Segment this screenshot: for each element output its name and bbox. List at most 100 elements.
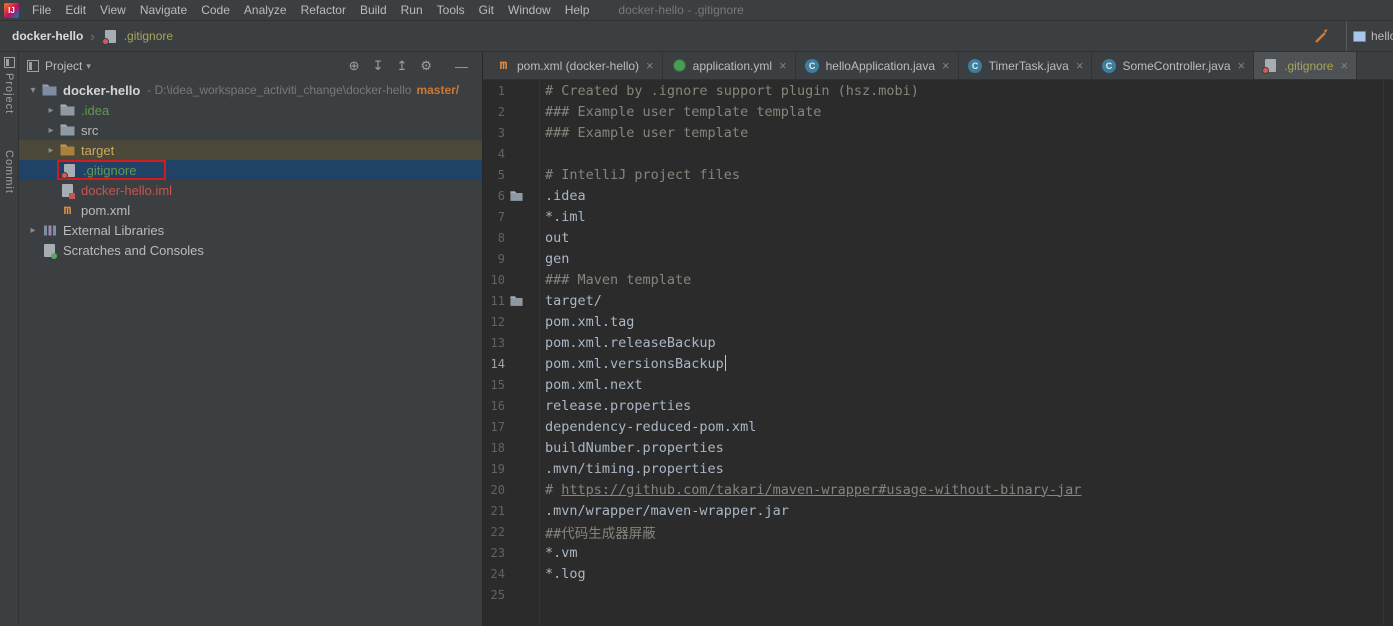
editor-line-15[interactable]: 15 pom.xml.next [483, 374, 1393, 395]
line-number[interactable]: 20 [483, 483, 505, 497]
editor-tab-timertask-java[interactable]: C TimerTask.java × [959, 52, 1093, 79]
editor-line-12[interactable]: 12 pom.xml.tag [483, 311, 1393, 332]
line-number[interactable]: 19 [483, 462, 505, 476]
line-number[interactable]: 16 [483, 399, 505, 413]
tree-item-target[interactable]: ▸ target [19, 140, 482, 160]
tree-item-docker-hello[interactable]: ▾ docker-hello - D:\idea_workspace_activit… [19, 80, 482, 100]
editor-scrollbar[interactable] [1383, 80, 1393, 626]
expand-all-icon[interactable]: ↧ [373, 58, 384, 74]
menu-item-help[interactable]: Help [558, 3, 597, 17]
editor-tab-gitignore[interactable]: .gitignore × [1254, 52, 1358, 79]
menu-item-analyze[interactable]: Analyze [237, 3, 294, 17]
tree-item-gitignore[interactable]: .gitignore [19, 160, 482, 180]
menu-item-window[interactable]: Window [501, 3, 558, 17]
editor-line-21[interactable]: 21 .mvn/wrapper/maven-wrapper.jar [483, 500, 1393, 521]
menu-item-git[interactable]: Git [472, 3, 501, 17]
editor-line-16[interactable]: 16 release.properties [483, 395, 1393, 416]
editor-line-9[interactable]: 9 gen [483, 248, 1393, 269]
line-number[interactable]: 9 [483, 252, 505, 266]
line-number[interactable]: 1 [483, 84, 505, 98]
editor-line-17[interactable]: 17 dependency-reduced-pom.xml [483, 416, 1393, 437]
line-number[interactable]: 24 [483, 567, 505, 581]
editor-line-22[interactable]: 22 ##代码生成器屏蔽 [483, 521, 1393, 542]
menu-item-tools[interactable]: Tools [430, 3, 472, 17]
commit-tool-button[interactable]: Commit [3, 150, 15, 194]
line-number[interactable]: 2 [483, 105, 505, 119]
editor-line-18[interactable]: 18 buildNumber.properties [483, 437, 1393, 458]
close-icon[interactable]: × [1238, 58, 1246, 73]
editor-line-1[interactable]: 1 # Created by .ignore support plugin (hs… [483, 80, 1393, 101]
editor-line-19[interactable]: 19 .mvn/timing.properties [483, 458, 1393, 479]
editor-line-6[interactable]: 6 .idea [483, 185, 1393, 206]
hide-panel-icon[interactable]: — [455, 59, 468, 74]
menu-item-code[interactable]: Code [194, 3, 237, 17]
chevron-right-icon[interactable]: ▸ [43, 145, 59, 156]
menu-item-refactor[interactable]: Refactor [294, 3, 353, 17]
line-number[interactable]: 13 [483, 336, 505, 350]
close-icon[interactable]: × [779, 58, 787, 73]
menu-item-navigate[interactable]: Navigate [133, 3, 194, 17]
line-number[interactable]: 11 [483, 294, 505, 308]
editor-line-7[interactable]: 7 *.iml [483, 206, 1393, 227]
locate-file-icon[interactable]: ⊕ [349, 58, 360, 74]
editor-tab-application-yml[interactable]: application.yml × [663, 52, 796, 79]
close-icon[interactable]: × [646, 58, 654, 73]
line-number[interactable]: 22 [483, 525, 505, 539]
chevron-right-icon[interactable]: ▸ [25, 225, 41, 236]
tree-item-docker-hello-iml[interactable]: docker-hello.iml [19, 180, 482, 200]
menu-item-edit[interactable]: Edit [58, 3, 93, 17]
collapse-all-icon[interactable]: ↥ [396, 58, 407, 74]
partial-tab-hello[interactable]: hello [1346, 21, 1393, 51]
editor-line-25[interactable]: 25 [483, 584, 1393, 605]
line-number[interactable]: 4 [483, 147, 505, 161]
editor-line-2[interactable]: 2 ### Example user template template [483, 101, 1393, 122]
editor-tab-helloapplication-java[interactable]: ChelloApplication.java × [796, 52, 959, 79]
line-number[interactable]: 23 [483, 546, 505, 560]
editor-tab-somecontroller-java[interactable]: C SomeController.java × [1092, 52, 1255, 79]
menu-item-file[interactable]: File [25, 3, 58, 17]
close-icon[interactable]: × [1340, 58, 1348, 73]
settings-gear-icon[interactable]: ⚙ [420, 58, 432, 74]
tree-item-external-libraries[interactable]: ▸ External Libraries [19, 220, 482, 240]
line-number[interactable]: 3 [483, 126, 505, 140]
editor-line-23[interactable]: 23 *.vm [483, 542, 1393, 563]
editor-line-24[interactable]: 24 *.log [483, 563, 1393, 584]
tree-item-src[interactable]: ▸ src [19, 120, 482, 140]
chevron-right-icon[interactable]: ▸ [43, 105, 59, 116]
hyperlink[interactable]: https://github.com/takari/maven-wrapper#… [561, 482, 1081, 498]
tree-item-pom-xml[interactable]: m pom.xml [19, 200, 482, 220]
line-number[interactable]: 8 [483, 231, 505, 245]
editor-line-11[interactable]: 11 target/ [483, 290, 1393, 311]
menu-item-run[interactable]: Run [394, 3, 430, 17]
line-number[interactable]: 21 [483, 504, 505, 518]
line-number[interactable]: 5 [483, 168, 505, 182]
line-number[interactable]: 15 [483, 378, 505, 392]
line-number[interactable]: 10 [483, 273, 505, 287]
line-number[interactable]: 6 [483, 189, 505, 203]
tree-item-idea[interactable]: ▸ .idea [19, 100, 482, 120]
project-tool-button[interactable]: Project [3, 57, 15, 114]
editor-line-20[interactable]: 20 # https://github.com/takari/maven-wrap… [483, 479, 1393, 500]
editor-line-10[interactable]: 10 ### Maven template [483, 269, 1393, 290]
editor-line-8[interactable]: 8 out [483, 227, 1393, 248]
line-number[interactable]: 17 [483, 420, 505, 434]
editor-line-13[interactable]: 13 pom.xml.releaseBackup [483, 332, 1393, 353]
chevron-down-icon[interactable]: ▾ [25, 85, 41, 96]
chevron-right-icon[interactable]: ▸ [43, 125, 59, 136]
close-icon[interactable]: × [1076, 58, 1084, 73]
breadcrumb-project[interactable]: docker-hello [12, 29, 83, 43]
editor-line-14[interactable]: 14 pom.xml.versionsBackup [483, 353, 1393, 374]
editor-line-3[interactable]: 3 ### Example user template [483, 122, 1393, 143]
line-number[interactable]: 25 [483, 588, 505, 602]
editor-line-4[interactable]: 4 [483, 143, 1393, 164]
line-number[interactable]: 14 [483, 357, 505, 371]
editor[interactable]: 1 # Created by .ignore support plugin (hs… [483, 80, 1393, 626]
project-view-selector[interactable]: Project ▾ [45, 59, 91, 73]
editor-body[interactable]: 1 # Created by .ignore support plugin (hs… [483, 80, 1393, 605]
menu-item-view[interactable]: View [93, 3, 133, 17]
line-number[interactable]: 18 [483, 441, 505, 455]
menu-item-build[interactable]: Build [353, 3, 394, 17]
tree-item-scratches-and-consoles[interactable]: Scratches and Consoles [19, 240, 482, 260]
line-number[interactable]: 12 [483, 315, 505, 329]
close-icon[interactable]: × [942, 58, 950, 73]
